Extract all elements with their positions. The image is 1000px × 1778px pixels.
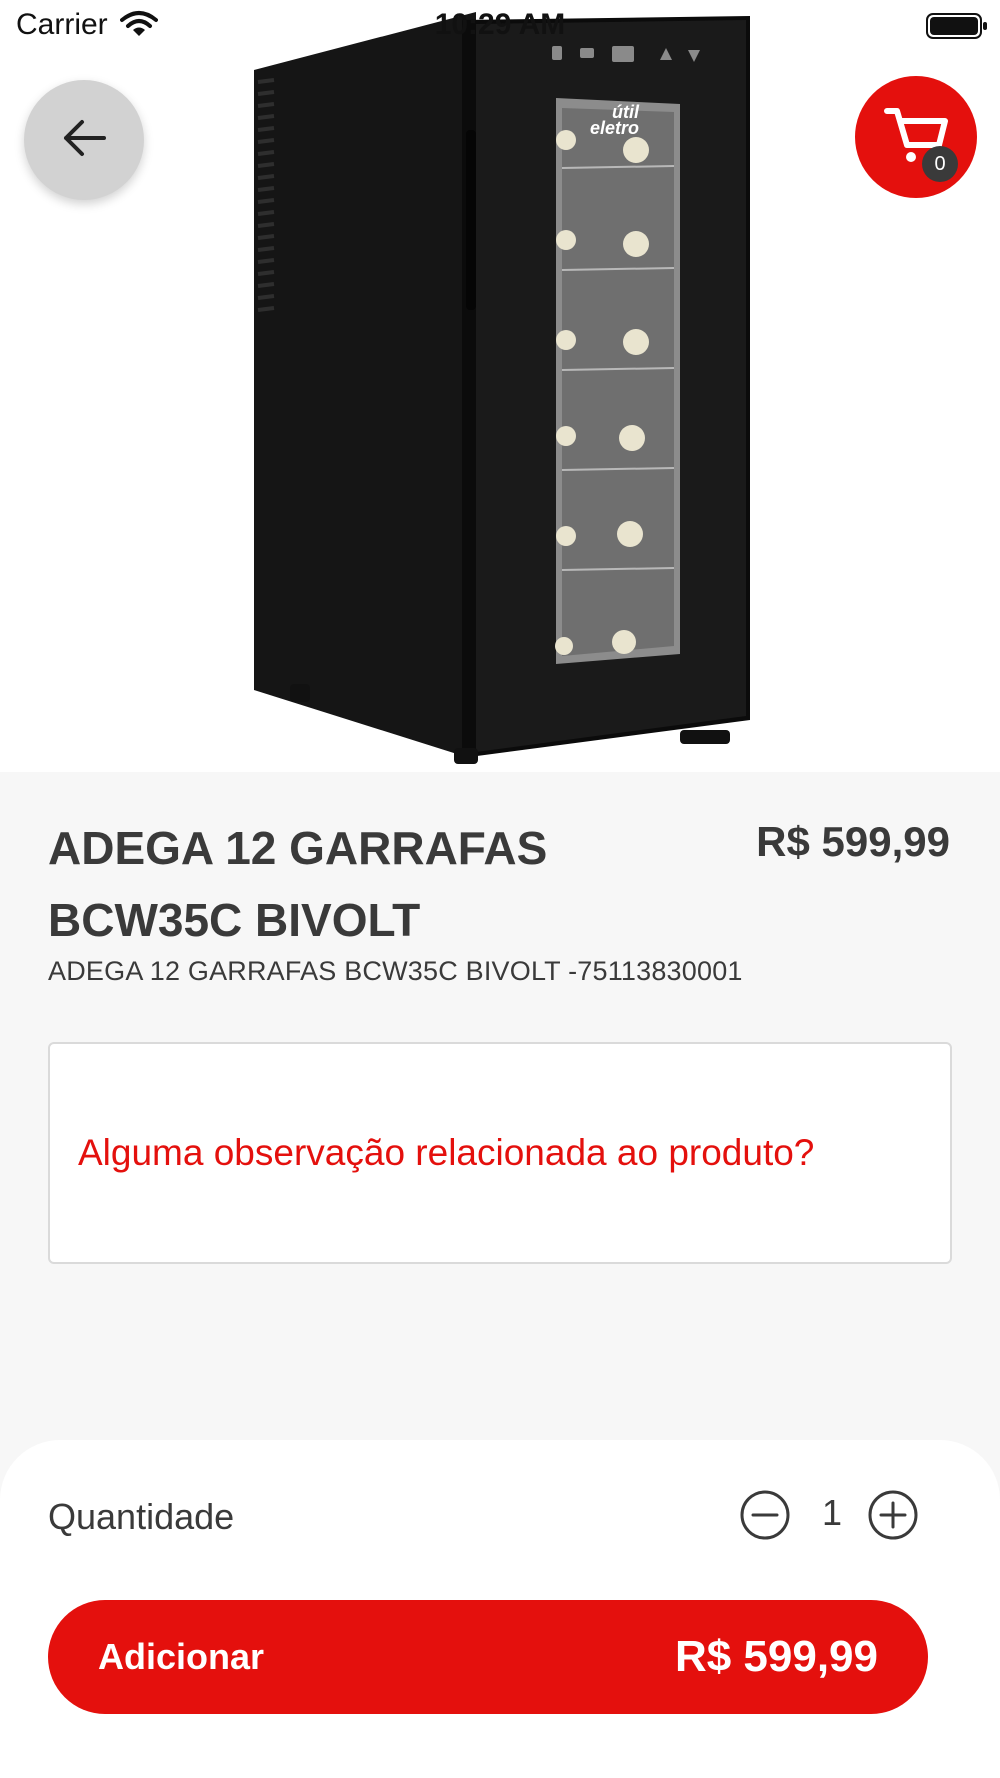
cart-count-badge: 0 <box>922 146 958 182</box>
svg-text:eletro: eletro <box>590 118 639 138</box>
product-image: útil eletro <box>254 12 750 764</box>
back-button[interactable] <box>24 80 144 200</box>
status-bar: Carrier 10:29 AM <box>0 0 1000 50</box>
add-button-price: R$ 599,99 <box>674 1632 878 1681</box>
bottom-sheet: Quantidade 1 Adicionar R$ 599,99 <box>0 1440 1000 1778</box>
add-to-cart-button[interactable]: Adicionar R$ 599,99 <box>48 1600 928 1714</box>
product-subtitle: ADEGA 12 GARRAFAS BCW35C BIVOLT -7511383… <box>48 956 743 986</box>
product-price: R$ 599,99 <box>756 818 950 865</box>
minus-circle-icon <box>739 1489 791 1546</box>
product-image-area: útil eletro <box>0 0 1000 772</box>
add-button-label: Adicionar <box>98 1636 265 1677</box>
clock: 10:29 AM <box>434 8 566 41</box>
quantity-increase-button[interactable] <box>866 1490 920 1544</box>
battery-icon <box>926 12 988 45</box>
cart-button[interactable]: 0 <box>855 76 977 198</box>
product-title: ADEGA 12 GARRAFAS BCW35C BIVOLT <box>48 822 548 946</box>
product-notes-placeholder: Alguma observação relacionada ao produto… <box>78 1132 815 1173</box>
plus-circle-icon <box>867 1489 919 1546</box>
arrow-left-icon <box>62 118 106 163</box>
quantity-label: Quantidade <box>48 1496 235 1537</box>
quantity-decrease-button[interactable] <box>738 1490 792 1544</box>
quantity-value: 1 <box>821 1492 843 1533</box>
product-notes-field[interactable]: Alguma observação relacionada ao produto… <box>48 1042 952 1264</box>
